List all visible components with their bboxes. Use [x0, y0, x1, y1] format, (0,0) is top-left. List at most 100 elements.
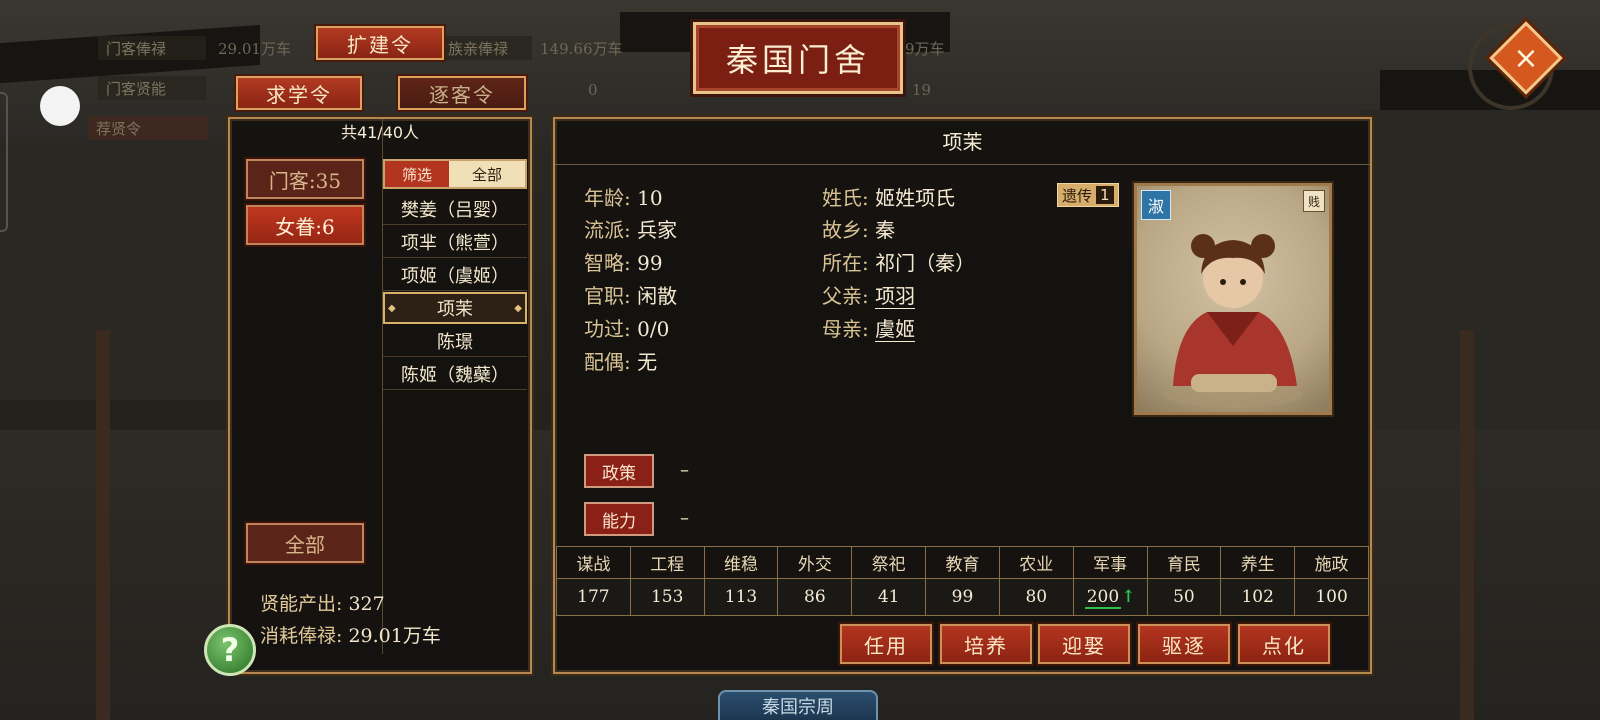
close-icon[interactable]: ×	[1500, 32, 1552, 84]
clan-field: 姓氏: 姬姓项氏	[822, 182, 955, 211]
member-list: 筛选 全部 樊姜（吕婴） 项芈（熊萱） 项姬（虞姬） 项茉 陈璟 陈姬（魏蘗）	[382, 119, 530, 654]
hometown-value: 秦	[875, 218, 896, 242]
ability-button[interactable]: 能力	[584, 502, 654, 536]
third-salary-value: 9万车	[905, 39, 945, 58]
hometown-label: 故乡:	[822, 218, 869, 242]
bottom-tab-qin-clan[interactable]: 秦国宗周	[718, 690, 878, 720]
wisdom-field: 智略: 99	[584, 247, 663, 276]
skill-value: 113	[703, 578, 779, 616]
expel-guests-edict-button[interactable]: 逐客令	[398, 76, 526, 110]
skill-value: 177	[556, 578, 631, 616]
list-item[interactable]: 陈璟	[383, 325, 527, 357]
mother-link[interactable]: 虞姬	[875, 317, 916, 342]
filter-value[interactable]: 全部	[449, 161, 525, 187]
skill-value: 200	[1084, 587, 1122, 610]
building-left	[0, 150, 230, 400]
skill-header: 育民	[1146, 545, 1222, 580]
up-arrow-icon: ↑	[1121, 587, 1136, 608]
mother-field: 母亲: 虞姬	[822, 313, 916, 342]
age-value: 10	[637, 186, 663, 210]
skill-header: 军事	[1072, 545, 1148, 580]
guest-salary-label: 门客俸禄	[98, 36, 206, 60]
spouse-field: 配偶: 无	[584, 346, 657, 375]
pillar	[96, 330, 110, 720]
list-item[interactable]: 樊姜（吕婴）	[383, 193, 527, 225]
guest-talent-label: 门客贤能	[98, 76, 206, 100]
merit-value: 0/0	[637, 317, 670, 341]
list-item[interactable]: 项姬（虞姬）	[383, 259, 527, 291]
rank-badge: 贱	[1303, 190, 1325, 212]
recruit-edict-button[interactable]: 荐贤令	[88, 116, 208, 140]
hometown-field: 故乡: 秦	[822, 214, 895, 243]
member-list-panel: 共41/40人 门客:35 女眷:6 全部 筛选 全部 樊姜（吕婴） 项芈（熊萱…	[228, 117, 532, 674]
heredity-value: 1	[1096, 186, 1114, 204]
filter-row[interactable]: 筛选 全部	[383, 159, 527, 189]
skills-table: 谋战 工程 维稳 外交 祭祀 教育 农业 军事 育民 养生 施政 177 153…	[556, 545, 1369, 616]
category-women-button[interactable]: 女眷:6	[246, 205, 364, 245]
heredity-label: 遗传	[1062, 186, 1093, 205]
father-link[interactable]: 项羽	[875, 284, 916, 309]
skill-value: 41	[851, 578, 927, 616]
appoint-button[interactable]: 任用	[840, 624, 932, 664]
guest-talent-value: 0	[588, 81, 598, 99]
skills-value-row: 177 153 113 86 41 99 80 200 ↑ 50 102 100	[556, 578, 1369, 616]
clan-label: 姓氏:	[822, 186, 869, 210]
cultivate-button[interactable]: 培养	[940, 624, 1032, 664]
skill-value: 80	[998, 578, 1074, 616]
location-field: 所在: 祁门（秦）	[822, 247, 975, 276]
character-portrait[interactable]: 淑 贱	[1134, 183, 1332, 415]
salary-cost-label: 消耗俸禄:	[260, 625, 343, 647]
filter-label[interactable]: 筛选	[385, 161, 449, 187]
mother-label: 母亲:	[822, 317, 869, 341]
category-guests-button[interactable]: 门客:35	[246, 159, 364, 199]
father-label: 父亲:	[822, 284, 869, 308]
policy-value: –	[680, 460, 689, 481]
salary-cost: 消耗俸禄: 29.01万车	[260, 621, 441, 648]
skill-header: 外交	[777, 545, 853, 580]
pillar	[1460, 330, 1474, 720]
skill-header: 农业	[998, 545, 1074, 580]
skill-value: 102	[1220, 578, 1296, 616]
skill-header: 工程	[629, 545, 705, 580]
floating-dot[interactable]	[40, 86, 80, 126]
enlighten-button[interactable]: 点化	[1238, 624, 1330, 664]
father-field: 父亲: 项羽	[822, 280, 916, 309]
wisdom-value: 99	[637, 251, 663, 275]
skill-header: 谋战	[556, 545, 631, 580]
heredity-badge[interactable]: 遗传 1	[1057, 183, 1119, 207]
skill-value: 50	[1146, 578, 1222, 616]
office-value: 闲散	[637, 284, 678, 308]
marry-button[interactable]: 迎娶	[1038, 624, 1130, 664]
talent-output: 贤能产出: 327	[260, 589, 385, 616]
skill-header: 教育	[925, 545, 1000, 580]
office-field: 官职: 闲散	[584, 280, 677, 309]
talent-output-label: 贤能产出:	[260, 593, 343, 615]
skill-header: 养生	[1220, 545, 1296, 580]
skill-value: 86	[777, 578, 853, 616]
skill-value-highlight: 200 ↑	[1072, 578, 1148, 616]
list-item[interactable]: 项芈（熊萱）	[383, 226, 527, 258]
list-item[interactable]: 陈姬（魏蘗）	[383, 358, 527, 390]
expel-button[interactable]: 驱逐	[1138, 624, 1230, 664]
guest-salary-value: 29.01万车	[218, 39, 291, 58]
study-edict-button[interactable]: 求学令	[236, 76, 362, 110]
family-salary-value: 149.66万车	[540, 39, 623, 58]
wisdom-label: 智略:	[584, 251, 631, 275]
skills-header-row: 谋战 工程 维稳 外交 祭祀 教育 农业 军事 育民 养生 施政	[556, 545, 1369, 580]
character-name: 项茉	[555, 119, 1370, 165]
list-item-selected[interactable]: 项茉	[383, 292, 527, 324]
virtue-badge: 淑	[1141, 190, 1171, 220]
policy-button[interactable]: 政策	[584, 454, 654, 488]
help-icon[interactable]: ?	[204, 624, 256, 676]
expand-edict-button[interactable]: 扩建令	[316, 26, 444, 60]
skill-value: 153	[629, 578, 705, 616]
merit-field: 功过: 0/0	[584, 313, 669, 342]
category-all-button[interactable]: 全部	[246, 523, 364, 563]
side-edge-tab[interactable]	[0, 92, 8, 232]
school-value: 兵家	[637, 218, 678, 242]
spouse-label: 配偶:	[584, 350, 631, 374]
spouse-value: 无	[637, 350, 658, 374]
age-label: 年龄:	[584, 186, 631, 210]
school-label: 流派:	[584, 218, 631, 242]
age-field: 年龄: 10	[584, 182, 663, 211]
